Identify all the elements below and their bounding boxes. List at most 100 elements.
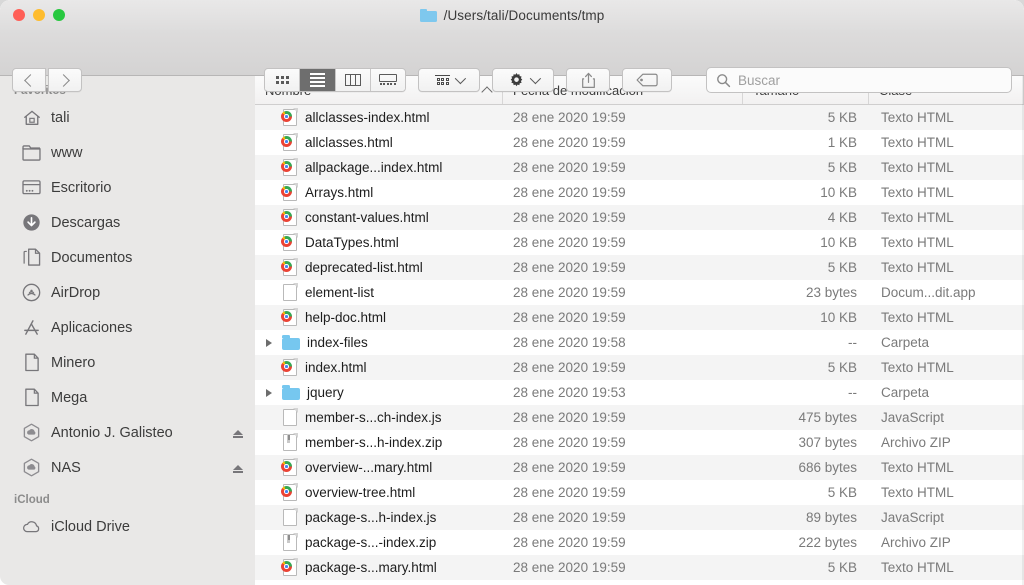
sidebar-section-header: iCloud xyxy=(14,494,50,506)
html-file-icon xyxy=(281,558,298,577)
sidebar-item-nas[interactable]: NAS xyxy=(0,450,255,485)
file-name-cell: help-doc.html xyxy=(255,308,503,327)
table-row[interactable]: constant-values.html 28 ene 2020 19:59 4 K… xyxy=(255,205,1024,230)
file-name-label: member-s...h-index.zip xyxy=(305,435,443,450)
table-row[interactable]: overview-tree.html 28 ene 2020 19:59 5 KB T… xyxy=(255,480,1024,505)
tag-icon xyxy=(636,73,658,87)
file-date-cell: 28 ene 2020 19:53 xyxy=(513,385,626,400)
close-button[interactable] xyxy=(13,9,25,21)
file-name-cell: allclasses-index.html xyxy=(255,108,503,127)
eject-icon[interactable] xyxy=(232,427,243,438)
file-size-cell: 5 KB xyxy=(827,160,857,175)
sidebar-item-escritorio[interactable]: Escritorio xyxy=(0,170,255,205)
file-name-cell: jquery xyxy=(255,385,503,400)
table-row[interactable]: index-files 28 ene 2020 19:58 -- Carpeta xyxy=(255,330,1024,355)
file-size-cell: 222 bytes xyxy=(798,535,857,550)
table-row[interactable]: allpackage...index.html 28 ene 2020 19:59… xyxy=(255,155,1024,180)
sidebar-item-documentos[interactable]: Documentos xyxy=(0,240,255,275)
file-name-cell: member-s...ch-index.js xyxy=(255,408,503,427)
table-row[interactable]: element-list 28 ene 2020 19:59 23 bytes Doc… xyxy=(255,280,1024,305)
minimize-button[interactable] xyxy=(33,9,45,21)
file-name-cell: index.html xyxy=(255,358,503,377)
sidebar-item-antonio-j-galisteo[interactable]: Antonio J. Galisteo xyxy=(0,415,255,450)
finder-toolbar: Buscar xyxy=(0,30,1024,93)
eject-icon[interactable] xyxy=(232,462,243,473)
file-date-cell: 28 ene 2020 19:59 xyxy=(513,260,626,275)
list-view-button[interactable] xyxy=(300,69,336,91)
forward-button[interactable] xyxy=(48,68,82,92)
tag-button[interactable] xyxy=(622,68,672,92)
file-kind-cell: Texto HTML xyxy=(881,110,954,125)
file-date-cell: 28 ene 2020 19:59 xyxy=(513,360,626,375)
file-kind-cell: Carpeta xyxy=(881,385,930,400)
file-date-cell: 28 ene 2020 19:59 xyxy=(513,535,626,550)
window-titlebar: /Users/tali/Documents/tmp xyxy=(0,0,1024,30)
sidebar-item-airdrop[interactable]: AirDrop xyxy=(0,275,255,310)
icon-view-button[interactable] xyxy=(265,69,301,91)
sidebar-item-descargas[interactable]: Descargas xyxy=(0,205,255,240)
table-row[interactable]: deprecated-list.html 28 ene 2020 19:59 5 K… xyxy=(255,255,1024,280)
folder-icon xyxy=(282,335,300,350)
action-menu-button[interactable] xyxy=(492,68,554,92)
sidebar-item-label: Minero xyxy=(51,354,96,371)
file-kind-cell: JavaScript xyxy=(881,410,945,425)
view-mode-switcher xyxy=(264,68,406,92)
file-size-cell: 5 KB xyxy=(827,260,857,275)
file-kind-cell: Texto HTML xyxy=(881,460,954,475)
file-size-cell: 23 bytes xyxy=(805,285,857,300)
table-row[interactable]: jquery 28 ene 2020 19:53 -- Carpeta xyxy=(255,380,1024,405)
html-file-icon xyxy=(281,458,298,477)
gallery-view-button[interactable] xyxy=(370,69,405,91)
table-row[interactable]: help-doc.html 28 ene 2020 19:59 10 KB Texto… xyxy=(255,305,1024,330)
table-row[interactable]: DataTypes.html 28 ene 2020 19:59 10 KB Text… xyxy=(255,230,1024,255)
html-file-icon xyxy=(281,208,298,227)
table-row[interactable]: member-s...ch-index.js 28 ene 2020 19:59 4… xyxy=(255,405,1024,430)
maximize-button[interactable] xyxy=(53,9,65,21)
sidebar-item-icloud-drive[interactable]: iCloud Drive xyxy=(0,509,255,544)
file-size-cell: 5 KB xyxy=(827,360,857,375)
file-name-label: package-s...h-index.js xyxy=(305,510,437,525)
file-name-label: allclasses.html xyxy=(305,135,393,150)
search-placeholder: Buscar xyxy=(738,72,781,88)
group-by-button[interactable] xyxy=(418,68,480,92)
table-row[interactable]: package-s...-index.zip 28 ene 2020 19:59 2… xyxy=(255,530,1024,555)
file-kind-cell: Texto HTML xyxy=(881,160,954,175)
cloud-drive-icon xyxy=(22,458,41,477)
table-row[interactable]: index.html 28 ene 2020 19:59 5 KB Texto HTM… xyxy=(255,355,1024,380)
table-row[interactable]: allclasses.html 28 ene 2020 19:59 1 KB Text… xyxy=(255,130,1024,155)
column-view-button[interactable] xyxy=(335,69,371,91)
disclosure-triangle-icon[interactable] xyxy=(263,338,275,347)
sidebar-item-tali[interactable]: tali xyxy=(0,100,255,135)
sidebar-item-label: Antonio J. Galisteo xyxy=(51,424,173,441)
file-name-label: index.html xyxy=(305,360,367,375)
disclosure-triangle-icon[interactable] xyxy=(263,388,275,397)
file-name-label: element-list xyxy=(305,285,375,300)
back-button[interactable] xyxy=(12,68,46,92)
file-size-cell: 4 KB xyxy=(827,210,857,225)
sidebar-item-minero[interactable]: Minero xyxy=(0,345,255,380)
table-row[interactable]: package-s...mary.html 28 ene 2020 19:59 5 … xyxy=(255,555,1024,580)
file-name-label: constant-values.html xyxy=(305,210,429,225)
file-date-cell: 28 ene 2020 19:59 xyxy=(513,510,626,525)
cloud-icon xyxy=(22,517,41,536)
sidebar-item-aplicaciones[interactable]: Aplicaciones xyxy=(0,310,255,345)
table-row[interactable]: Arrays.html 28 ene 2020 19:59 10 KB Texto H… xyxy=(255,180,1024,205)
file-date-cell: 28 ene 2020 19:59 xyxy=(513,485,626,500)
file-list-area: Nombre Fecha de modificación Tamaño Clas… xyxy=(255,76,1024,585)
file-kind-cell: Docum...dit.app xyxy=(881,285,976,300)
share-button[interactable] xyxy=(566,68,610,92)
file-size-cell: 10 KB xyxy=(820,310,857,325)
sidebar-item-mega[interactable]: Mega xyxy=(0,380,255,415)
file-name-cell: allpackage...index.html xyxy=(255,158,503,177)
sidebar-item-label: NAS xyxy=(51,459,81,476)
file-date-cell: 28 ene 2020 19:59 xyxy=(513,285,626,300)
table-row[interactable]: member-s...h-index.zip 28 ene 2020 19:59 3… xyxy=(255,430,1024,455)
search-input[interactable]: Buscar xyxy=(706,67,1012,93)
table-row[interactable]: allclasses-index.html 28 ene 2020 19:59 5 … xyxy=(255,105,1024,130)
file-name-cell: element-list xyxy=(255,283,503,302)
file-kind-cell: Texto HTML xyxy=(881,560,954,575)
table-row[interactable]: overview-...mary.html 28 ene 2020 19:59 68… xyxy=(255,455,1024,480)
sidebar-item-www[interactable]: www xyxy=(0,135,255,170)
sidebar-item-label: Descargas xyxy=(51,214,121,231)
table-row[interactable]: package-s...h-index.js 28 ene 2020 19:59 8… xyxy=(255,505,1024,530)
